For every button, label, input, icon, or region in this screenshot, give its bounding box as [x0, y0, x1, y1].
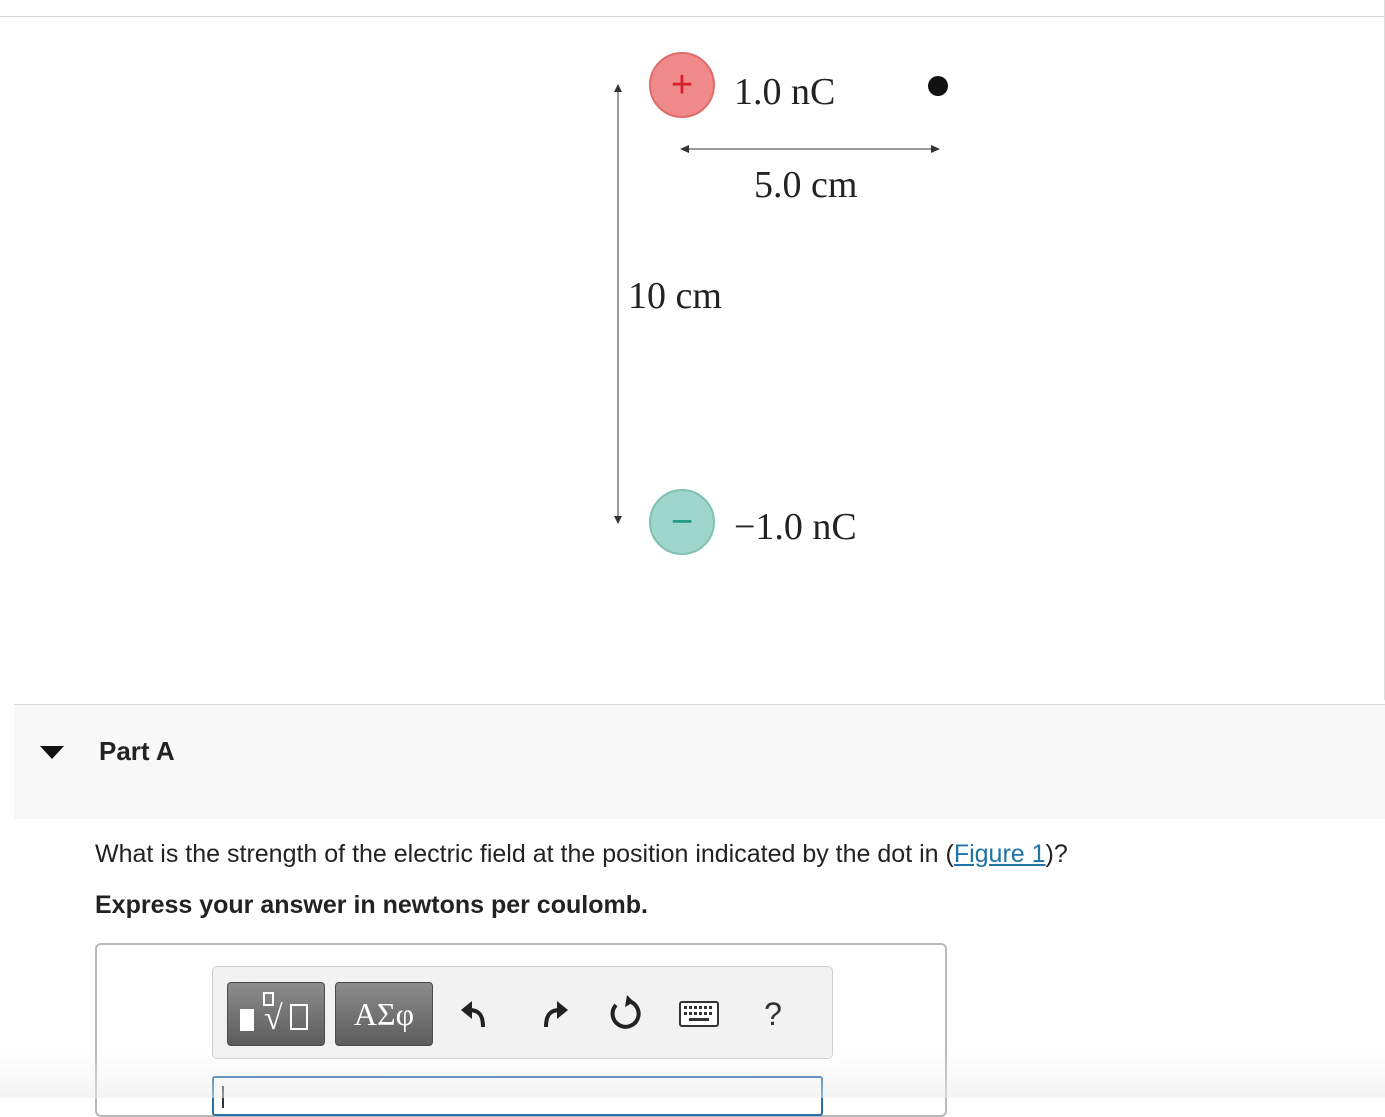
text-cursor — [222, 1086, 224, 1108]
templates-icon: √ — [240, 992, 308, 1037]
part-a-header[interactable] — [14, 704, 1385, 819]
keyboard-button[interactable] — [674, 989, 724, 1039]
vertical-dimension — [614, 84, 622, 524]
symbols-button[interactable]: ΑΣφ — [335, 982, 433, 1046]
keyboard-icon — [679, 1001, 719, 1027]
horizontal-dimension — [680, 145, 940, 153]
vertical-distance-label: 10 cm — [628, 275, 722, 317]
horizontal-distance-label: 5.0 cm — [754, 164, 857, 206]
part-title: Part A — [99, 736, 175, 766]
field-point-dot — [928, 76, 948, 96]
question-prefix: What is the strength of the electric fie… — [95, 840, 954, 868]
positive-charge-sign: + — [671, 64, 693, 106]
answer-input[interactable] — [212, 1076, 823, 1116]
question-suffix: )? — [1045, 840, 1068, 868]
figure-link[interactable]: Figure 1 — [954, 840, 1046, 868]
reset-icon — [610, 995, 641, 1029]
undo-icon — [461, 1001, 485, 1028]
svg-text:√: √ — [264, 1000, 283, 1037]
help-button[interactable]: ? — [748, 989, 798, 1039]
math-toolbar: √ ΑΣφ ? — [212, 966, 833, 1059]
negative-charge-label: −1.0 nC — [734, 506, 857, 548]
undo-button[interactable] — [451, 989, 501, 1039]
answer-instruction: Express your answer in newtons per coulo… — [95, 891, 648, 919]
collapse-caret-icon[interactable] — [40, 746, 64, 759]
redo-button[interactable] — [528, 989, 578, 1039]
figure-1: + 1.0 nC 5.0 cm 10 cm − −1.0 nC — [614, 52, 948, 555]
positive-charge-label: 1.0 nC — [734, 71, 835, 113]
templates-button[interactable]: √ — [227, 982, 325, 1046]
redo-icon — [544, 1001, 568, 1028]
reset-button[interactable] — [600, 989, 650, 1039]
positive-charge: + — [649, 52, 715, 118]
question-text: What is the strength of the electric fie… — [95, 840, 1068, 869]
negative-charge: − — [649, 489, 715, 555]
negative-charge-sign: − — [671, 501, 693, 543]
